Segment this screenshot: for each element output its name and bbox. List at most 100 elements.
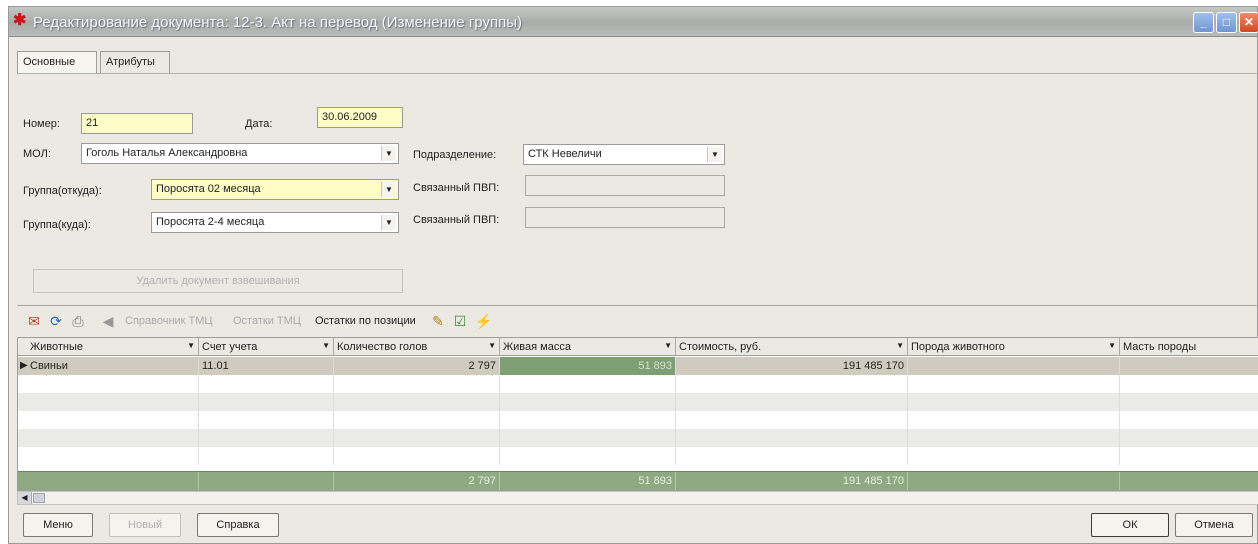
- check-list-icon[interactable]: ☑: [451, 313, 469, 329]
- empty-cell[interactable]: [908, 447, 1120, 465]
- cell-breed-color[interactable]: [1120, 357, 1258, 375]
- division-select[interactable]: СТК Невеличи ▼: [523, 144, 725, 165]
- ok-button[interactable]: ОК: [1091, 513, 1169, 537]
- back-arrow-icon[interactable]: ◀: [99, 313, 117, 329]
- chevron-down-icon[interactable]: ▼: [707, 147, 722, 162]
- delete-weighing-button[interactable]: Удалить документ взвешивания: [33, 269, 403, 293]
- empty-row[interactable]: [18, 447, 1258, 465]
- group-from-label: Группа(откуда):: [23, 185, 102, 197]
- empty-cell[interactable]: [199, 411, 334, 429]
- linked-pvp-field-1[interactable]: [525, 175, 725, 196]
- cell-animals[interactable]: Свиньи: [18, 357, 199, 375]
- position-balances-button[interactable]: Остатки по позиции: [315, 315, 416, 327]
- empty-cell[interactable]: [18, 411, 199, 429]
- empty-cell[interactable]: [500, 447, 676, 465]
- total-live-weight: 51 893: [500, 472, 676, 490]
- table-row[interactable]: ▶ Свиньи 11.01 2 797 51 893 191 485 170: [18, 357, 1258, 375]
- empty-row[interactable]: [18, 393, 1258, 411]
- empty-cell[interactable]: [908, 411, 1120, 429]
- cell-head-count[interactable]: 2 797: [334, 357, 500, 375]
- total-cell: [908, 472, 1120, 490]
- chevron-down-icon[interactable]: ▼: [381, 215, 396, 230]
- empty-cell[interactable]: [334, 375, 500, 393]
- total-head-count: 2 797: [334, 472, 500, 490]
- empty-cell[interactable]: [199, 375, 334, 393]
- chevron-down-icon[interactable]: ▼: [664, 341, 672, 350]
- new-button[interactable]: Новый: [109, 513, 181, 537]
- empty-cell[interactable]: [334, 429, 500, 447]
- help-button[interactable]: Справка: [197, 513, 279, 537]
- print-icon[interactable]: ⎙: [69, 313, 87, 329]
- empty-cell[interactable]: [18, 375, 199, 393]
- empty-row[interactable]: [18, 429, 1258, 447]
- delete-row-icon[interactable]: ✉: [25, 313, 43, 329]
- scroll-left-icon[interactable]: ◀: [18, 492, 32, 504]
- cell-cost[interactable]: 191 485 170: [676, 357, 908, 375]
- tmc-balances-button[interactable]: Остатки ТМЦ: [233, 315, 301, 327]
- empty-cell[interactable]: [199, 393, 334, 411]
- empty-cell[interactable]: [908, 375, 1120, 393]
- total-cell: [18, 472, 199, 490]
- chevron-down-icon[interactable]: ▼: [381, 146, 396, 161]
- column-header[interactable]: Масть породы: [1120, 338, 1258, 356]
- empty-cell[interactable]: [676, 393, 908, 411]
- minimize-button[interactable]: _: [1193, 12, 1214, 33]
- lightning-icon[interactable]: ⚡: [475, 313, 493, 329]
- empty-cell[interactable]: [500, 411, 676, 429]
- column-header[interactable]: Стоимость, руб. ▼: [676, 338, 908, 356]
- column-header[interactable]: Живая масса ▼: [500, 338, 676, 356]
- menu-button[interactable]: Меню: [23, 513, 93, 537]
- horizontal-scrollbar[interactable]: ◀: [17, 491, 1258, 505]
- cell-breed[interactable]: [908, 357, 1120, 375]
- chevron-down-icon[interactable]: ▼: [381, 182, 396, 197]
- cancel-button[interactable]: Отмена: [1175, 513, 1253, 537]
- linked-pvp-field-2[interactable]: [525, 207, 725, 228]
- cell-account[interactable]: 11.01: [199, 357, 334, 375]
- close-button[interactable]: ✕: [1239, 12, 1258, 33]
- tab-attributes[interactable]: Атрибуты: [100, 51, 170, 73]
- empty-cell[interactable]: [18, 447, 199, 465]
- document-edit-icon[interactable]: ✎: [429, 313, 447, 329]
- column-header[interactable]: Счет учета ▼: [199, 338, 334, 356]
- chevron-down-icon[interactable]: ▼: [187, 341, 195, 350]
- scroll-thumb[interactable]: [33, 493, 45, 503]
- group-from-select[interactable]: Поросята 02 месяца ▼: [151, 179, 399, 200]
- cell-live-weight[interactable]: 51 893: [500, 357, 676, 375]
- empty-cell[interactable]: [500, 393, 676, 411]
- title-bar[interactable]: ✱ Редактирование документа: 12-3. Акт на…: [9, 7, 1258, 37]
- empty-cell[interactable]: [334, 411, 500, 429]
- maximize-button[interactable]: □: [1216, 12, 1237, 33]
- mol-label: МОЛ:: [23, 148, 51, 160]
- empty-cell[interactable]: [676, 411, 908, 429]
- chevron-down-icon[interactable]: ▼: [322, 341, 330, 350]
- empty-cell[interactable]: [334, 447, 500, 465]
- column-header[interactable]: Порода животного ▼: [908, 338, 1120, 356]
- empty-cell[interactable]: [676, 375, 908, 393]
- empty-cell[interactable]: [908, 393, 1120, 411]
- empty-cell[interactable]: [199, 429, 334, 447]
- tmc-reference-button[interactable]: Справочник ТМЦ: [125, 315, 213, 327]
- empty-cell[interactable]: [676, 429, 908, 447]
- empty-cell[interactable]: [18, 393, 199, 411]
- column-header[interactable]: Количество голов ▼: [334, 338, 500, 356]
- empty-cell[interactable]: [500, 429, 676, 447]
- column-header[interactable]: Животные ▼: [18, 338, 199, 356]
- chevron-down-icon[interactable]: ▼: [896, 341, 904, 350]
- empty-cell[interactable]: [334, 393, 500, 411]
- number-field[interactable]: 21: [81, 113, 193, 134]
- date-field[interactable]: 30.06.2009: [317, 107, 403, 128]
- empty-cell[interactable]: [18, 429, 199, 447]
- empty-cell[interactable]: [908, 429, 1120, 447]
- chevron-down-icon[interactable]: ▼: [488, 341, 496, 350]
- chevron-down-icon[interactable]: ▼: [1108, 341, 1116, 350]
- empty-row[interactable]: [18, 411, 1258, 429]
- group-to-label: Группа(куда):: [23, 219, 91, 231]
- empty-cell[interactable]: [199, 447, 334, 465]
- empty-row[interactable]: [18, 375, 1258, 393]
- refresh-icon[interactable]: ⟳: [47, 313, 65, 329]
- empty-cell[interactable]: [676, 447, 908, 465]
- tab-main[interactable]: Основные: [17, 51, 97, 73]
- group-to-select[interactable]: Поросята 2-4 месяца ▼: [151, 212, 399, 233]
- mol-select[interactable]: Гоголь Наталья Александровна ▼: [81, 143, 399, 164]
- empty-cell[interactable]: [500, 375, 676, 393]
